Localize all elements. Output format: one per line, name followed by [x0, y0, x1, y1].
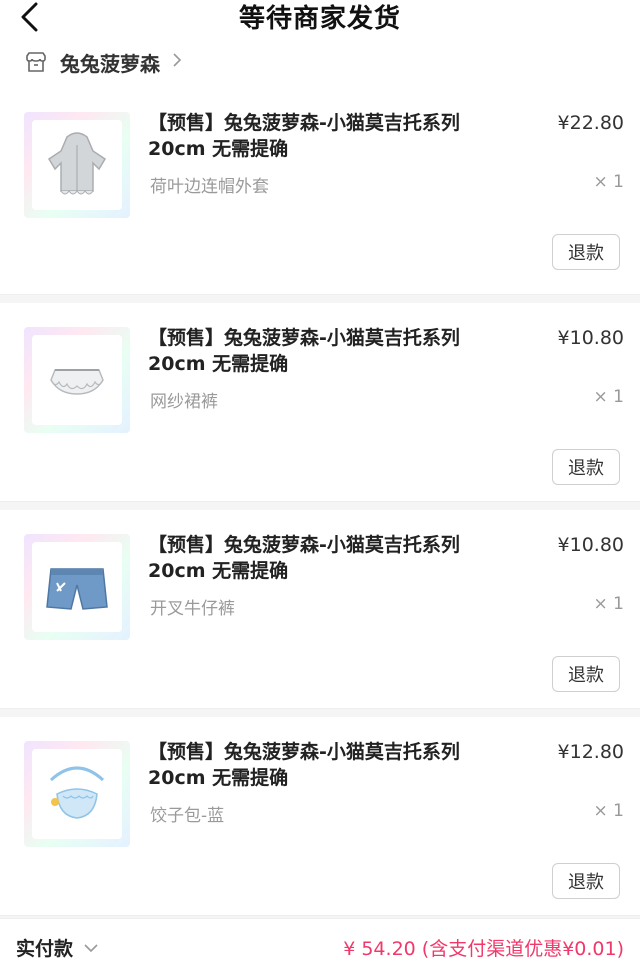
order-item[interactable]: 【预售】兔兔菠萝森-小猫莫吉托系列20cm 无需提确 网纱裙裤 ¥10.80 ×… — [0, 295, 640, 502]
shop-name: 兔兔菠萝森 — [60, 51, 160, 76]
shop-link[interactable]: 兔兔菠萝森 — [0, 36, 640, 88]
product-title: 【预售】兔兔菠萝森-小猫莫吉托系列20cm 无需提确 — [148, 327, 460, 375]
refund-button[interactable]: 退款 — [552, 234, 620, 270]
paid-amount: ¥ 54.20 (含支付渠道优惠¥0.01) — [343, 937, 624, 960]
product-title: 【预售】兔兔菠萝森-小猫莫吉托系列20cm 无需提确 — [148, 741, 460, 789]
product-price: ¥12.80 — [557, 741, 624, 763]
refund-button[interactable]: 退款 — [552, 863, 620, 899]
chevron-right-icon — [172, 52, 182, 73]
order-item[interactable]: 【预售】兔兔菠萝森-小猫莫吉托系列20cm 无需提确 开叉牛仔裤 ¥10.80 … — [0, 502, 640, 709]
product-variant: 荷叶边连帽外套 — [150, 177, 269, 197]
refund-button[interactable]: 退款 — [552, 656, 620, 692]
hooded-jacket-icon — [47, 132, 107, 195]
product-thumbnail[interactable] — [24, 327, 130, 433]
product-variant: 饺子包-蓝 — [150, 806, 225, 826]
product-price: ¥10.80 — [557, 534, 624, 556]
order-item[interactable]: 【预售】兔兔菠萝森-小猫莫吉托系列20cm 无需提确 荷叶边连帽外套 ¥22.8… — [0, 88, 640, 295]
order-item-list: 【预售】兔兔菠萝森-小猫莫吉托系列20cm 无需提确 荷叶边连帽外套 ¥22.8… — [0, 88, 640, 916]
store-icon — [24, 49, 50, 75]
page-title: 等待商家发货 — [238, 4, 401, 34]
product-quantity: × 1 — [593, 594, 624, 614]
payment-summary: 实付款 ¥ 54.20 (含支付渠道优惠¥0.01) — [0, 918, 640, 975]
chevron-down-icon[interactable] — [83, 938, 99, 957]
refund-button[interactable]: 退款 — [552, 449, 620, 485]
top-bar: 等待商家发货 — [0, 0, 640, 36]
product-quantity: × 1 — [593, 387, 624, 407]
product-title: 【预售】兔兔菠萝森-小猫莫吉托系列20cm 无需提确 — [148, 112, 460, 160]
product-quantity: × 1 — [593, 172, 624, 192]
product-price: ¥22.80 — [557, 112, 624, 134]
product-variant: 开叉牛仔裤 — [150, 599, 235, 619]
denim-shorts-icon — [46, 568, 108, 610]
product-title: 【预售】兔兔菠萝森-小猫莫吉托系列20cm 无需提确 — [148, 534, 460, 582]
product-price: ¥10.80 — [557, 327, 624, 349]
dumpling-bag-icon — [49, 766, 105, 819]
tutu-skirt-icon — [50, 369, 104, 395]
product-quantity: × 1 — [593, 801, 624, 821]
paid-amount-label[interactable]: 实付款 — [16, 934, 73, 961]
order-item[interactable]: 【预售】兔兔菠萝森-小猫莫吉托系列20cm 无需提确 饺子包-蓝 ¥12.80 … — [0, 709, 640, 916]
product-thumbnail[interactable] — [24, 741, 130, 847]
product-thumbnail[interactable] — [24, 534, 130, 640]
product-thumbnail[interactable] — [24, 112, 130, 218]
product-variant: 网纱裙裤 — [150, 392, 218, 412]
